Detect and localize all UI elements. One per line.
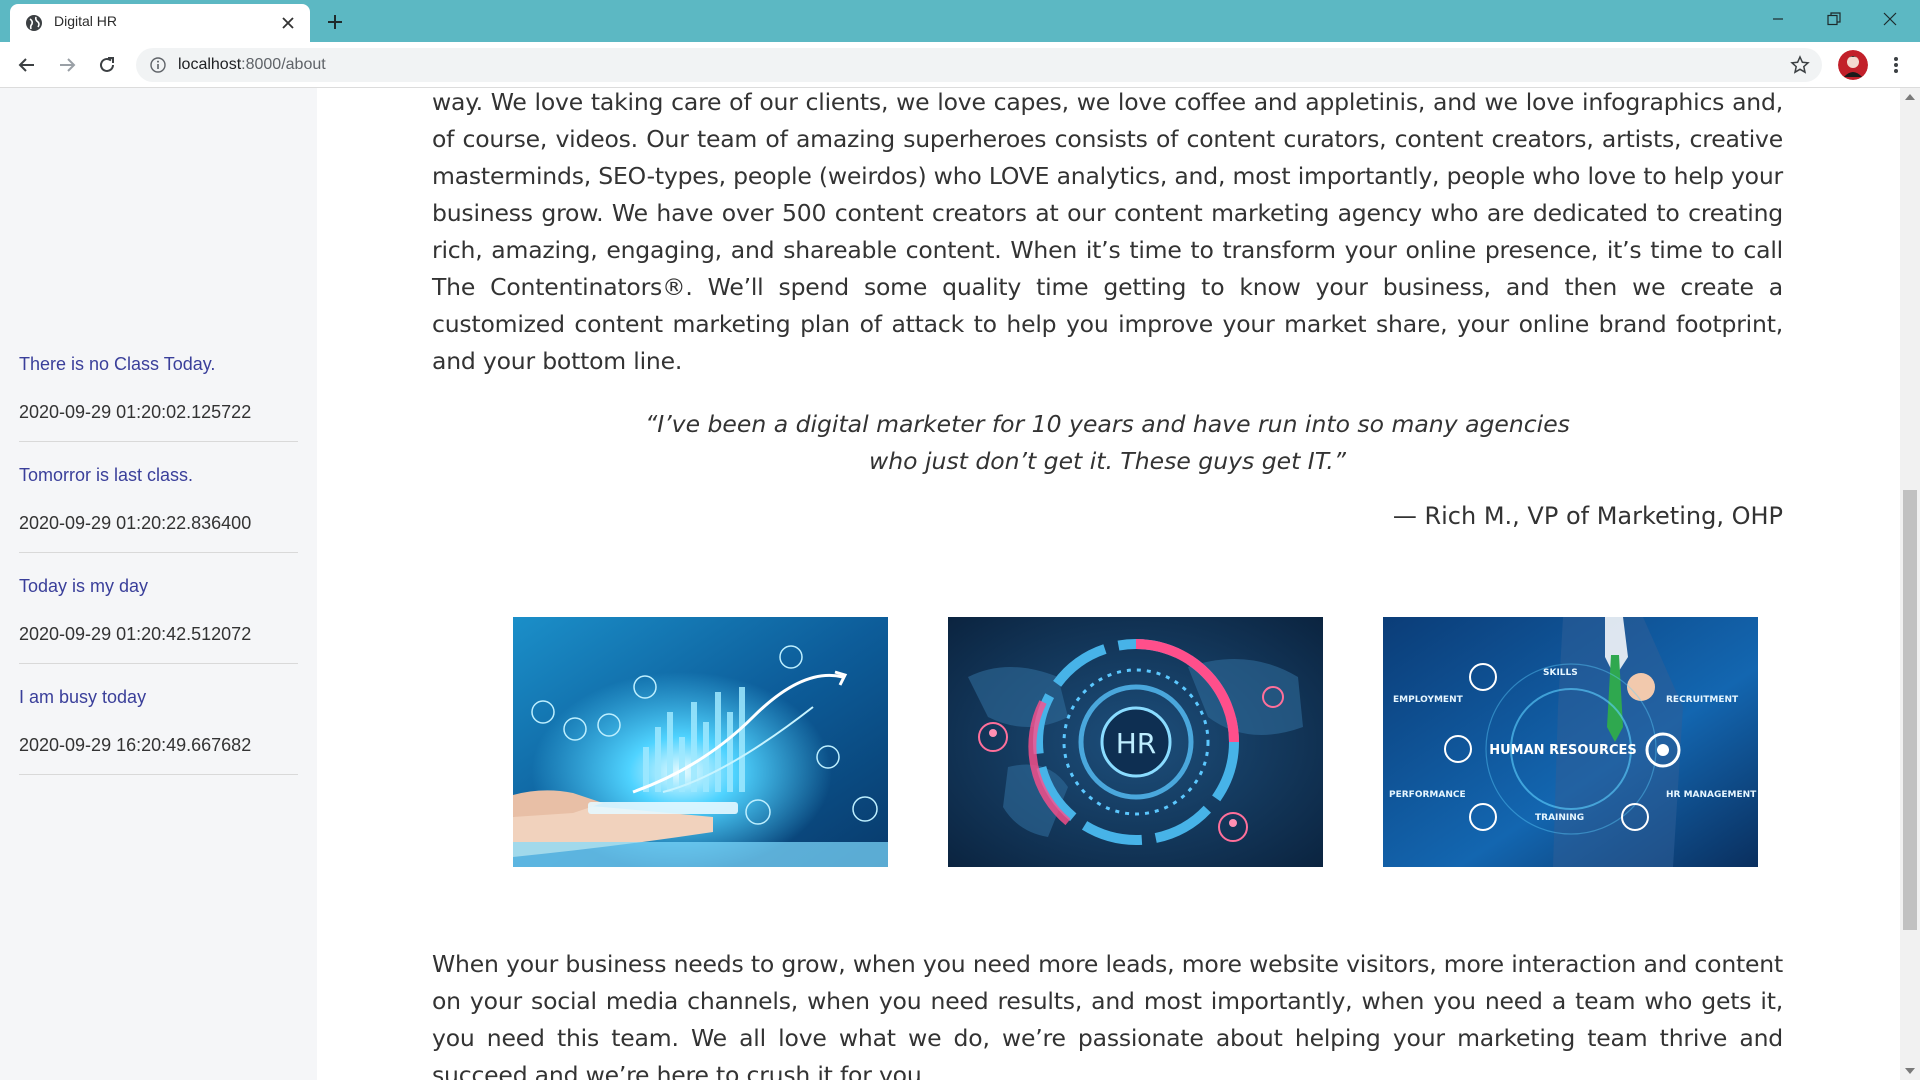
close-window-icon[interactable]	[1862, 0, 1918, 38]
notice-list: There is no Class Today. 2020-09-29 01:2…	[19, 351, 298, 795]
site-info-icon[interactable]	[150, 57, 166, 73]
notice-date: 2020-09-29 01:20:42.512072	[19, 624, 252, 644]
human-resources-label: HUMAN RESOURCES	[1489, 743, 1637, 758]
recruitment-label: RECRUITMENT	[1666, 695, 1739, 705]
address-bar[interactable]: localhost:8000/about	[136, 48, 1822, 82]
analytics-image	[513, 617, 888, 867]
human-resources-image: HUMAN RESOURCES SKILLS EMPLOYMENT RECRUI…	[1383, 617, 1758, 867]
page-scrollbar[interactable]	[1900, 88, 1920, 1080]
notice-date: 2020-09-29 01:20:02.125722	[19, 402, 252, 422]
quote-line: “I’ve been a digital marketer for 10 yea…	[645, 410, 1570, 438]
hr-badge-text: HR	[1116, 727, 1157, 760]
skills-label: SKILLS	[1543, 668, 1578, 678]
page-viewport: There is no Class Today. 2020-09-29 01:2…	[0, 88, 1920, 1080]
tab-title: Digital HR	[54, 13, 118, 29]
notice-title-link[interactable]: I am busy today	[19, 684, 298, 710]
url-text: localhost:8000/about	[178, 56, 326, 74]
bookmark-star-icon[interactable]	[1790, 55, 1810, 75]
scrollbar-thumb[interactable]	[1903, 490, 1917, 930]
notice-title-link[interactable]: Tomorror is last class.	[19, 462, 298, 488]
notice-item: Tomorror is last class. 2020-09-29 01:20…	[19, 462, 298, 553]
minimize-icon[interactable]	[1750, 0, 1806, 38]
notice-item: There is no Class Today. 2020-09-29 01:2…	[19, 351, 298, 442]
hr-circle-image: HR	[948, 617, 1323, 867]
notice-date: 2020-09-29 16:20:49.667682	[19, 735, 252, 755]
scroll-down-arrow-icon[interactable]	[1905, 1068, 1915, 1074]
about-paragraph: way. We love taking care of our clients,…	[432, 88, 1783, 375]
notice-title-link[interactable]: There is no Class Today.	[19, 351, 298, 377]
notice-sidebar: There is no Class Today. 2020-09-29 01:2…	[0, 88, 317, 1080]
testimonial-quote: “I’ve been a digital marketer for 10 yea…	[432, 406, 1783, 480]
restore-icon[interactable]	[1806, 0, 1862, 38]
quote-line: who just don’t get it. These guys get IT…	[869, 447, 1346, 475]
training-label: TRAINING	[1535, 813, 1584, 823]
browser-menu-icon[interactable]	[1882, 51, 1910, 79]
globe-icon	[26, 15, 42, 31]
notice-item: I am busy today 2020-09-29 16:20:49.6676…	[19, 684, 298, 775]
notice-title-link[interactable]: Today is my day	[19, 573, 298, 599]
reload-icon[interactable]	[92, 50, 122, 80]
image-gallery: HR HUMAN RESOURCES SKILLS EMPLOYMENT REC…	[513, 617, 1759, 867]
back-icon[interactable]	[12, 50, 42, 80]
quote-attribution: — Rich M., VP of Marketing, OHP	[1392, 502, 1783, 530]
new-tab-icon[interactable]	[322, 9, 348, 35]
url-path: :8000/about	[241, 56, 326, 73]
notice-item: Today is my day 2020-09-29 01:20:42.5120…	[19, 573, 298, 664]
tab-strip: Digital HR	[0, 0, 1920, 42]
browser-tab[interactable]: Digital HR	[10, 4, 310, 42]
hr-management-label: HR MANAGEMENT	[1666, 790, 1757, 800]
url-host: localhost	[178, 56, 242, 73]
performance-label: PERFORMANCE	[1389, 790, 1466, 800]
profile-avatar[interactable]	[1838, 50, 1868, 80]
browser-toolbar: localhost:8000/about	[0, 42, 1920, 88]
about-paragraph: When your business needs to grow, when y…	[432, 950, 1783, 1080]
scroll-up-arrow-icon[interactable]	[1905, 94, 1915, 100]
employment-label: EMPLOYMENT	[1393, 695, 1464, 705]
close-tab-icon[interactable]	[278, 13, 298, 33]
forward-icon[interactable]	[52, 50, 82, 80]
notice-date: 2020-09-29 01:20:22.836400	[19, 513, 252, 533]
